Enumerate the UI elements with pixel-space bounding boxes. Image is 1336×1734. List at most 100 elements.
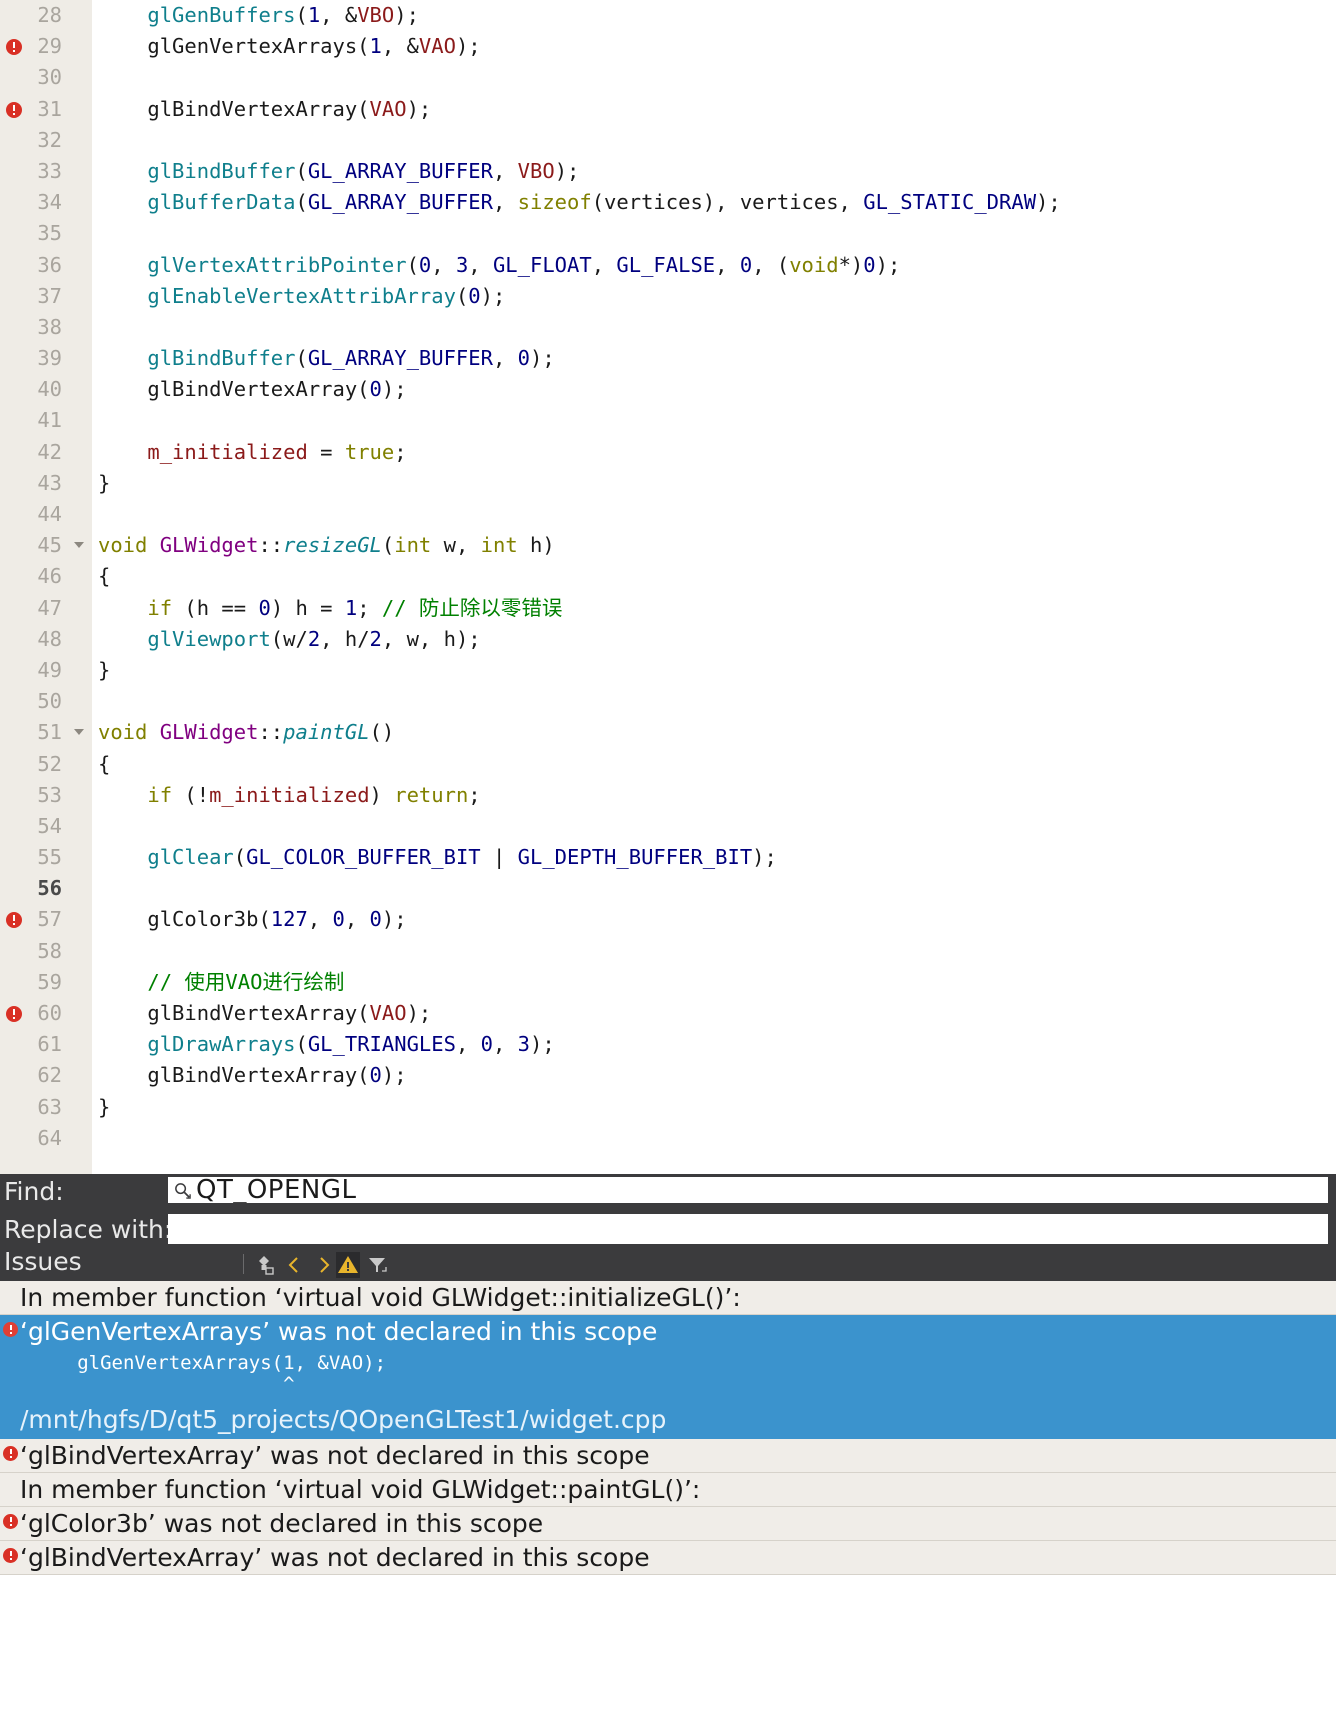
code-line[interactable]: 39 glBindBuffer(GL_ARRAY_BUFFER, 0); <box>0 343 1336 374</box>
code-line[interactable]: 51 void GLWidget::paintGL() <box>0 717 1336 748</box>
line-number: 49 <box>37 657 62 682</box>
issue-message: ‘glColor3b’ was not declared in this sco… <box>20 1509 544 1538</box>
code-line[interactable]: 55 glClear(GL_COLOR_BUFFER_BIT | GL_DEPT… <box>0 842 1336 873</box>
code-text: m_initialized = true; <box>147 439 407 464</box>
line-number: 35 <box>37 221 62 246</box>
line-number: 30 <box>37 65 62 90</box>
line-number: 51 <box>37 720 62 745</box>
line-number: 50 <box>37 689 62 714</box>
line-number: 61 <box>37 1032 62 1057</box>
search-icon <box>175 1183 191 1199</box>
find-replace-bar[interactable]: Find: QT_OPENGL Replace with: <box>0 1174 1336 1250</box>
issues-panel-header: Issues <box>0 1247 1336 1281</box>
line-number: 60 <box>37 1001 62 1025</box>
line-number: 52 <box>37 751 62 776</box>
code-line[interactable]: 43} <box>0 468 1336 499</box>
code-text: glBindVertexArray(0); <box>98 377 407 402</box>
issue-caret-marker: ^ <box>0 1373 1336 1401</box>
code-line[interactable]: 49} <box>0 655 1336 686</box>
line-number: 36 <box>37 252 62 277</box>
code-text: glDrawArrays(GL_TRIANGLES, 0, 3); <box>147 1032 555 1057</box>
line-number: 32 <box>37 127 62 152</box>
code-line[interactable]: 41 <box>0 405 1336 436</box>
issue-context-row[interactable]: In member function ‘virtual void GLWidge… <box>0 1473 1336 1507</box>
code-line[interactable]: 48 glViewport(w/2, h/2, w, h); <box>0 624 1336 655</box>
code-line[interactable]: 54 <box>0 811 1336 842</box>
line-number: 55 <box>37 845 62 870</box>
code-line[interactable]: 31 glBindVertexArray(VAO); <box>0 94 1336 125</box>
issue-message: ‘glBindVertexArray’ was not declared in … <box>20 1441 650 1470</box>
code-text: { <box>98 751 111 776</box>
line-number: 40 <box>37 377 62 402</box>
line-number: 64 <box>37 1125 62 1150</box>
issue-message: ‘glBindVertexArray’ was not declared in … <box>20 1543 650 1572</box>
chevron-left-icon[interactable] <box>282 1253 308 1277</box>
code-line[interactable]: 47 if (h == 0) h = 1; // 防止除以零错误 <box>0 593 1336 624</box>
code-line[interactable]: 57 glColor3b(127, 0, 0); <box>0 904 1336 935</box>
line-number: 63 <box>37 1094 62 1119</box>
line-number: 34 <box>37 190 62 215</box>
code-text: } <box>98 657 111 682</box>
code-editor[interactable]: 28 glGenBuffers(1, &VBO); 29 glGenVertexA… <box>0 0 1336 1174</box>
issue-row[interactable]: ‘glBindVertexArray’ was not declared in … <box>0 1541 1336 1575</box>
code-text: glEnableVertexAttribArray(0); <box>147 283 506 308</box>
code-text: } <box>98 1094 111 1119</box>
code-line[interactable]: 62 glBindVertexArray(0); <box>0 1060 1336 1091</box>
code-line[interactable]: 40 glBindVertexArray(0); <box>0 374 1336 405</box>
replace-input[interactable] <box>168 1214 1328 1244</box>
code-line[interactable]: 60 glBindVertexArray(VAO); <box>0 998 1336 1029</box>
warning-triangle-icon[interactable] <box>336 1252 360 1278</box>
code-lines-container[interactable]: 28 glGenBuffers(1, &VBO); 29 glGenVertexA… <box>0 0 1336 1174</box>
code-text: glBindVertexArray(VAO); <box>98 96 432 121</box>
code-line[interactable]: 53 if (!m_initialized) return; <box>0 780 1336 811</box>
code-line[interactable]: 42 m_initialized = true; <box>0 437 1336 468</box>
code-line[interactable]: 38 <box>0 312 1336 343</box>
line-number: 57 <box>37 907 62 932</box>
code-line[interactable]: 32 <box>0 125 1336 156</box>
code-line[interactable]: 50 <box>0 686 1336 717</box>
line-number: 47 <box>37 595 62 620</box>
code-line[interactable]: 64 <box>0 1123 1336 1154</box>
line-number: 33 <box>37 158 62 183</box>
code-line[interactable]: 44 <box>0 499 1336 530</box>
code-line[interactable]: 56 <box>0 873 1336 904</box>
code-line[interactable]: 29 glGenVertexArrays(1, &VAO); <box>0 31 1336 62</box>
code-line[interactable]: 28 glGenBuffers(1, &VBO); <box>0 0 1336 31</box>
issue-row-selected[interactable]: ‘glGenVertexArrays’ was not declared in … <box>0 1315 1336 1348</box>
fold-arrow-icon[interactable] <box>74 729 84 736</box>
line-number: 54 <box>37 813 62 838</box>
code-line[interactable]: 36 glVertexAttribPointer(0, 3, GL_FLOAT,… <box>0 250 1336 281</box>
issue-file-path[interactable]: /mnt/hgfs/D/qt5_projects/QOpenGLTest1/wi… <box>0 1401 1336 1439</box>
code-line[interactable]: 52 { <box>0 749 1336 780</box>
clear-icon[interactable] <box>252 1253 278 1277</box>
code-line[interactable]: 30 <box>0 62 1336 93</box>
code-line[interactable]: 37 glEnableVertexAttribArray(0); <box>0 281 1336 312</box>
code-line[interactable]: 59 // 使用VAO进行绘制 <box>0 967 1336 998</box>
issue-row[interactable]: ‘glColor3b’ was not declared in this sco… <box>0 1507 1336 1541</box>
chevron-right-icon[interactable] <box>310 1253 336 1277</box>
code-line[interactable]: 61 glDrawArrays(GL_TRIANGLES, 0, 3); <box>0 1029 1336 1060</box>
code-line[interactable]: 46 { <box>0 561 1336 592</box>
line-number: 56 <box>37 876 62 901</box>
line-number: 28 <box>37 3 62 27</box>
code-text: } <box>98 470 111 495</box>
code-line[interactable]: 33 glBindBuffer(GL_ARRAY_BUFFER, VBO); <box>0 156 1336 187</box>
line-number: 58 <box>37 938 62 963</box>
code-line[interactable]: 63} <box>0 1092 1336 1123</box>
line-number: 62 <box>37 1063 62 1088</box>
code-line[interactable]: 35 <box>0 218 1336 249</box>
code-text: { <box>98 564 111 589</box>
find-input[interactable]: QT_OPENGL <box>168 1177 1328 1203</box>
code-line[interactable]: 58 <box>0 936 1336 967</box>
issue-message: ‘glGenVertexArrays’ was not declared in … <box>20 1317 658 1346</box>
fold-arrow-icon[interactable] <box>74 542 84 549</box>
line-number: 31 <box>37 96 62 121</box>
issue-context-row[interactable]: In member function ‘virtual void GLWidge… <box>0 1281 1336 1315</box>
code-line[interactable]: 45 void GLWidget::resizeGL(int w, int h) <box>0 530 1336 561</box>
issues-list[interactable]: In member function ‘virtual void GLWidge… <box>0 1281 1336 1575</box>
code-text: glClear(GL_COLOR_BUFFER_BIT | GL_DEPTH_B… <box>147 845 777 870</box>
filter-icon[interactable] <box>364 1253 390 1277</box>
issue-row[interactable]: ‘glBindVertexArray’ was not declared in … <box>0 1439 1336 1473</box>
code-line[interactable]: 34 glBufferData(GL_ARRAY_BUFFER, sizeof(… <box>0 187 1336 218</box>
code-text: // 使用VAO进行绘制 <box>147 969 345 994</box>
